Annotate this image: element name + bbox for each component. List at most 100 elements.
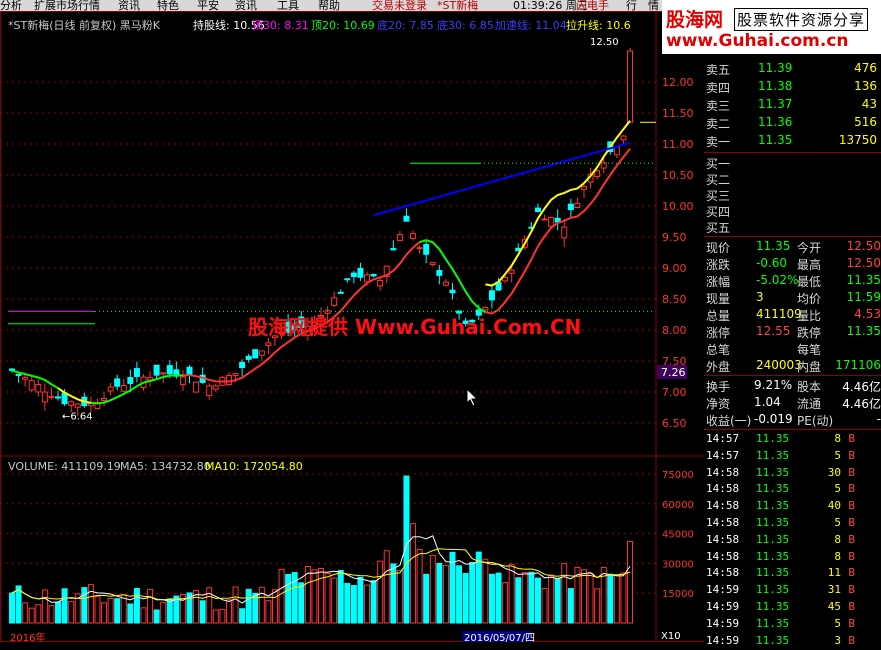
volume-bar[interactable] — [607, 573, 614, 624]
volume-bar[interactable] — [127, 603, 134, 624]
candle-body[interactable] — [541, 218, 548, 221]
candle-body[interactable] — [232, 373, 239, 376]
volume-bar[interactable] — [68, 601, 75, 624]
volume-bar[interactable] — [613, 575, 620, 624]
volume-bar[interactable] — [61, 588, 68, 624]
volume-bar[interactable] — [469, 562, 476, 624]
candle-body[interactable] — [403, 215, 410, 222]
volume-bar[interactable] — [166, 598, 173, 624]
volume-bar[interactable] — [298, 582, 305, 624]
candle-body[interactable] — [55, 396, 62, 399]
volume-bar[interactable] — [318, 568, 324, 624]
volume-bar[interactable] — [55, 601, 62, 624]
candle-body[interactable] — [534, 207, 541, 213]
candle-body[interactable] — [508, 269, 515, 274]
volume-bar[interactable] — [212, 609, 219, 624]
candle-body[interactable] — [35, 384, 42, 393]
volume-bar[interactable] — [521, 571, 528, 624]
volume-bar[interactable] — [357, 576, 364, 624]
volume-bar[interactable] — [344, 582, 351, 624]
volume-bar[interactable] — [429, 554, 436, 624]
volume-bar[interactable] — [383, 550, 390, 624]
volume-bar[interactable] — [502, 582, 509, 624]
menu-item-pingan[interactable]: 平安 — [197, 0, 219, 11]
candle-body[interactable] — [160, 372, 167, 375]
candle-body[interactable] — [364, 274, 371, 283]
volume-bar[interactable] — [199, 600, 206, 624]
candle-body[interactable] — [212, 385, 219, 390]
volume-bar[interactable] — [81, 587, 88, 624]
candle-body[interactable] — [580, 185, 587, 190]
volume-bar[interactable] — [561, 563, 568, 624]
volume-bar[interactable] — [627, 541, 633, 624]
volume-bar[interactable] — [232, 586, 239, 624]
candle-body[interactable] — [423, 244, 430, 255]
volume-bar[interactable] — [15, 585, 22, 624]
candle-body[interactable] — [436, 270, 443, 276]
volume-bar[interactable] — [337, 570, 344, 624]
volume-bar[interactable] — [364, 584, 371, 624]
candle-body[interactable] — [482, 306, 489, 311]
volume-bar[interactable] — [442, 564, 449, 624]
candle-body[interactable] — [120, 384, 127, 392]
volume-bar[interactable] — [396, 569, 403, 624]
candle-body[interactable] — [567, 203, 574, 211]
volume-bar[interactable] — [528, 571, 535, 624]
candle-body[interactable] — [133, 368, 140, 377]
candle-body[interactable] — [153, 364, 160, 376]
menu-item-help[interactable]: 帮助 — [318, 0, 340, 11]
candle-body[interactable] — [127, 377, 134, 384]
candle-body[interactable] — [245, 355, 252, 360]
menu-item-features[interactable]: 特色 — [157, 0, 179, 11]
candle-body[interactable] — [561, 226, 568, 239]
volume-bar[interactable] — [495, 572, 502, 624]
volume-bar[interactable] — [35, 604, 42, 624]
volume-bar[interactable] — [620, 572, 627, 624]
candle-body[interactable] — [48, 395, 55, 399]
volume-bar[interactable] — [462, 572, 469, 624]
volume-bar[interactable] — [107, 597, 114, 624]
volume-bar[interactable] — [416, 548, 423, 624]
volume-bar[interactable] — [324, 572, 331, 624]
trade-button[interactable]: 行 — [626, 0, 637, 11]
volume-bar[interactable] — [488, 573, 495, 624]
volume-bar[interactable] — [9, 592, 15, 624]
candle-body[interactable] — [114, 378, 121, 387]
candle-body[interactable] — [488, 290, 495, 301]
candle-body[interactable] — [101, 397, 108, 401]
candle-body[interactable] — [74, 403, 81, 408]
menu-item-analysis[interactable]: 分析 — [0, 0, 22, 11]
volume-bar[interactable] — [311, 569, 318, 624]
candle-body[interactable] — [370, 273, 377, 277]
volume-bar[interactable] — [87, 584, 94, 624]
volume-bar[interactable] — [22, 602, 29, 624]
volume-bar[interactable] — [580, 569, 587, 624]
candle-body[interactable] — [344, 278, 351, 281]
volume-bar[interactable] — [390, 563, 397, 624]
candle-body[interactable] — [225, 375, 232, 386]
menu-item-info[interactable]: 资讯 — [118, 0, 140, 11]
candle-body[interactable] — [331, 297, 338, 306]
candle-body[interactable] — [627, 50, 633, 123]
candle-body[interactable] — [337, 291, 344, 294]
volume-bar[interactable] — [515, 577, 522, 624]
volume-bar[interactable] — [594, 588, 601, 624]
volume-bar[interactable] — [587, 573, 594, 624]
volume-bar[interactable] — [548, 574, 555, 624]
candle-body[interactable] — [613, 146, 620, 156]
volume-bar[interactable] — [436, 562, 443, 624]
menu-item-extended-market[interactable]: 扩展市场行情 — [34, 0, 100, 11]
flash-order-button[interactable]: 闪电手 — [576, 0, 609, 11]
volume-bar[interactable] — [28, 607, 35, 624]
candle-body[interactable] — [68, 401, 75, 406]
volume-bar[interactable] — [567, 588, 574, 624]
candle-body[interactable] — [410, 233, 417, 239]
volume-bar[interactable] — [140, 607, 147, 624]
status-trade-login[interactable]: 交易未登录 — [372, 0, 427, 11]
volume-bar[interactable] — [48, 605, 55, 624]
candle-body[interactable] — [166, 365, 173, 375]
volume-bar[interactable] — [94, 596, 101, 624]
candle-body[interactable] — [594, 170, 601, 177]
volume-bar[interactable] — [475, 551, 482, 624]
volume-bar[interactable] — [239, 608, 246, 624]
